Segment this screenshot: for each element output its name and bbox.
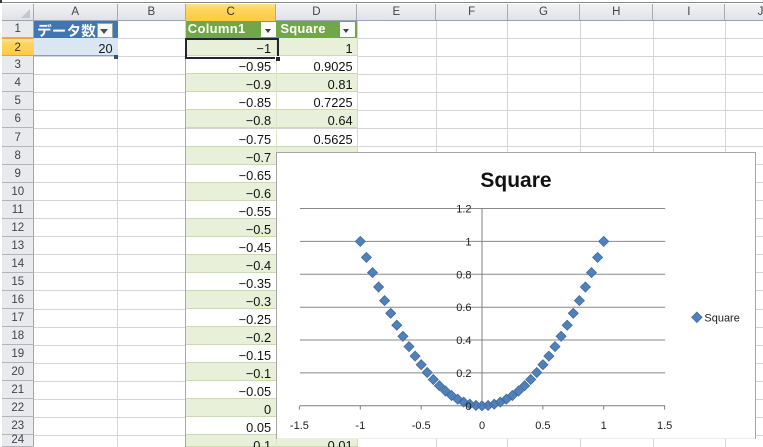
svg-text:-1: -1 — [356, 419, 366, 431]
svg-text:0.2: 0.2 — [457, 367, 472, 379]
svg-text:0.5: 0.5 — [536, 419, 551, 431]
svg-text:-0.5: -0.5 — [412, 419, 431, 431]
svg-text:1: 1 — [601, 419, 607, 431]
svg-text:0.4: 0.4 — [457, 334, 472, 346]
svg-text:Square: Square — [705, 312, 740, 324]
svg-text:-1.5: -1.5 — [290, 419, 309, 431]
svg-text:1.2: 1.2 — [457, 203, 472, 215]
svg-text:0: 0 — [466, 400, 472, 412]
svg-text:0: 0 — [479, 419, 485, 431]
svg-text:0.8: 0.8 — [457, 269, 472, 281]
svg-text:Square: Square — [481, 168, 552, 191]
svg-text:1: 1 — [466, 236, 472, 248]
svg-text:1.5: 1.5 — [657, 419, 672, 431]
svg-text:0.6: 0.6 — [457, 302, 472, 314]
